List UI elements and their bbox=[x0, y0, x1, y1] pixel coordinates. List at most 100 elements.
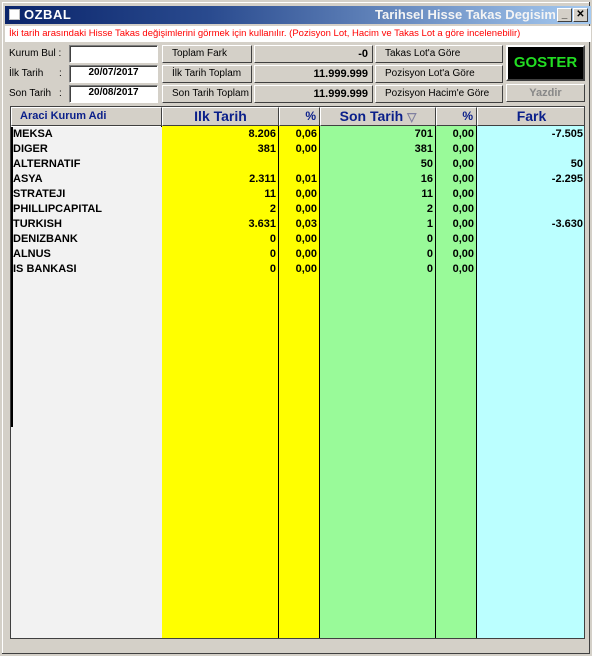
info-text: İki tarih arasındaki Hisse Takas değişim… bbox=[5, 26, 591, 42]
table-row[interactable]: STRATEJI 11 0,00 11 0,00 bbox=[11, 187, 584, 202]
cell-p1: 0,06 bbox=[295, 128, 317, 140]
cell-ilk: 2.311 bbox=[249, 173, 276, 185]
toplam-fark-value: -0 bbox=[254, 45, 373, 63]
cell-fark: -2.295 bbox=[551, 173, 583, 185]
cell-p2: 0,00 bbox=[452, 188, 474, 200]
header-son-tarih[interactable]: Son Tarih ▽ bbox=[320, 107, 436, 126]
cell-ilk: 11 bbox=[264, 188, 276, 200]
cell-son: 0 bbox=[426, 233, 433, 245]
minimize-icon[interactable]: _ bbox=[557, 8, 572, 22]
title-bar[interactable]: OZBAL Tarihsel Hisse Takas Degisim _ ✕ bbox=[5, 6, 591, 24]
cell-p1: 0,00 bbox=[295, 263, 317, 275]
cell-ilk: 3.631 bbox=[248, 218, 276, 230]
app-name-text: OZBAL bbox=[24, 7, 72, 22]
cell-name: TURKISH bbox=[13, 218, 62, 230]
grid-footer bbox=[10, 639, 585, 651]
cell-fark: -3.630 bbox=[551, 218, 583, 230]
table-row[interactable]: ALNUS 0 0,00 0 0,00 bbox=[11, 247, 584, 262]
app-name-label: OZBAL bbox=[9, 7, 71, 22]
cell-name: PHILLIPCAPITAL bbox=[13, 203, 103, 215]
cell-name: ALNUS bbox=[13, 248, 51, 260]
cell-name: DENIZBANK bbox=[13, 233, 78, 245]
cell-p2: 0,00 bbox=[452, 203, 474, 215]
ilk-tarih-field[interactable]: 20/07/2017 bbox=[69, 65, 158, 83]
cell-p2: 0,00 bbox=[452, 143, 474, 155]
kurum-bul-label: Kurum Bul : bbox=[9, 48, 62, 59]
cell-p1: 0,00 bbox=[295, 203, 317, 215]
cell-p2: 0,00 bbox=[452, 173, 474, 185]
cell-name: DIGER bbox=[13, 143, 48, 155]
table-row[interactable]: ASYA 2.311 0,01 16 0,00 -2.295 bbox=[11, 172, 584, 187]
cell-son: 50 bbox=[420, 158, 433, 170]
goster-button[interactable]: GOSTER bbox=[506, 45, 585, 81]
cell-p2: 0,00 bbox=[452, 158, 474, 170]
pozisyon-lot-button[interactable]: Pozisyon Lot'a Göre bbox=[375, 65, 503, 83]
cell-p1: 0,00 bbox=[295, 143, 317, 155]
header-kurum[interactable]: Araci Kurum Adi bbox=[11, 107, 162, 126]
header-pct1[interactable]: % bbox=[279, 107, 320, 126]
yazdir-button[interactable]: Yazdir bbox=[506, 84, 585, 102]
app-icon bbox=[9, 9, 20, 20]
ilk-tarih-toplam-label: İlk Tarih Toplam bbox=[162, 65, 252, 83]
header-ilk-tarih[interactable]: Ilk Tarih bbox=[162, 107, 279, 126]
kurum-bul-input[interactable] bbox=[69, 45, 158, 63]
ilk-tarih-label: İlk Tarih bbox=[9, 68, 44, 79]
son-tarih-toplam-value: 11.999.999 bbox=[254, 85, 373, 103]
son-tarih-field[interactable]: 20/08/2017 bbox=[69, 85, 158, 103]
cell-ilk: 0 bbox=[269, 248, 276, 260]
cell-p1: 0,03 bbox=[295, 218, 317, 230]
window-title: Tarihsel Hisse Takas Degisim bbox=[375, 7, 555, 22]
cell-p1: 0,00 bbox=[295, 188, 317, 200]
cell-name: ALTERNATIF bbox=[13, 158, 81, 170]
cell-name: MEKSA bbox=[13, 128, 53, 140]
cell-son: 0 bbox=[426, 263, 433, 275]
cell-p1: 0,01 bbox=[295, 173, 317, 185]
pozisyon-hacim-button[interactable]: Pozisyon Hacim'e Göre bbox=[375, 85, 503, 103]
cell-ilk: 0 bbox=[269, 263, 276, 275]
cell-p2: 0,00 bbox=[452, 218, 474, 230]
cell-son: 701 bbox=[414, 128, 433, 140]
ilk-tarih-toplam-value: 11.999.999 bbox=[254, 65, 373, 83]
table-row[interactable]: IS BANKASI 0 0,00 0 0,00 bbox=[11, 262, 584, 277]
main-window: OZBAL Tarihsel Hisse Takas Degisim _ ✕ İ… bbox=[0, 0, 592, 656]
ilk-tarih-colon: : bbox=[59, 68, 62, 79]
table-row[interactable]: MEKSA 8.206 0,06 701 0,00 -7.505 bbox=[11, 127, 584, 142]
cell-p1: 0,00 bbox=[295, 233, 317, 245]
takas-lot-button[interactable]: Takas Lot'a Göre bbox=[375, 45, 503, 63]
cell-ilk: 2 bbox=[269, 203, 276, 215]
cell-p2: 0,00 bbox=[452, 233, 474, 245]
cell-fark: 50 bbox=[570, 158, 583, 170]
cell-p2: 0,00 bbox=[452, 248, 474, 260]
close-icon[interactable]: ✕ bbox=[573, 8, 588, 22]
cell-p1: 0,00 bbox=[295, 248, 317, 260]
data-grid[interactable]: Araci Kurum Adi Ilk Tarih % Son Tarih ▽ … bbox=[10, 106, 585, 639]
son-tarih-label: Son Tarih bbox=[9, 88, 52, 99]
cell-ilk: 0 bbox=[269, 233, 276, 245]
cell-son: 2 bbox=[426, 203, 433, 215]
toplam-fark-label: Toplam Fark bbox=[162, 45, 252, 63]
cell-name: IS BANKASI bbox=[13, 263, 77, 275]
cell-p2: 0,00 bbox=[452, 128, 474, 140]
cell-son: 16 bbox=[420, 173, 433, 185]
cell-son: 11 bbox=[421, 188, 433, 200]
sort-desc-icon: ▽ bbox=[407, 110, 417, 124]
cell-fark: -7.505 bbox=[551, 128, 583, 140]
header-pct2[interactable]: % bbox=[436, 107, 477, 126]
table-row[interactable]: TURKISH 3.631 0,03 1 0,00 -3.630 bbox=[11, 217, 584, 232]
cell-son: 1 bbox=[426, 218, 433, 230]
cell-ilk: 381 bbox=[257, 143, 276, 155]
cell-son: 0 bbox=[426, 248, 433, 260]
son-tarih-toplam-label: Son Tarih Toplam bbox=[162, 85, 252, 103]
son-tarih-colon: : bbox=[59, 88, 62, 99]
table-row[interactable]: DIGER 381 0,00 381 0,00 bbox=[11, 142, 584, 157]
cell-name: ASYA bbox=[13, 173, 43, 185]
cell-name: STRATEJI bbox=[13, 188, 66, 200]
cell-son: 381 bbox=[414, 143, 433, 155]
cell-p2: 0,00 bbox=[452, 263, 474, 275]
header-fark[interactable]: Fark bbox=[477, 107, 584, 126]
header-son-tarih-label: Son Tarih bbox=[339, 108, 404, 124]
table-row[interactable]: ALTERNATIF 50 0,00 50 bbox=[11, 157, 584, 172]
table-row[interactable]: DENIZBANK 0 0,00 0 0,00 bbox=[11, 232, 584, 247]
cell-ilk: 8.206 bbox=[248, 128, 276, 140]
table-row[interactable]: PHILLIPCAPITAL 2 0,00 2 0,00 bbox=[11, 202, 584, 217]
